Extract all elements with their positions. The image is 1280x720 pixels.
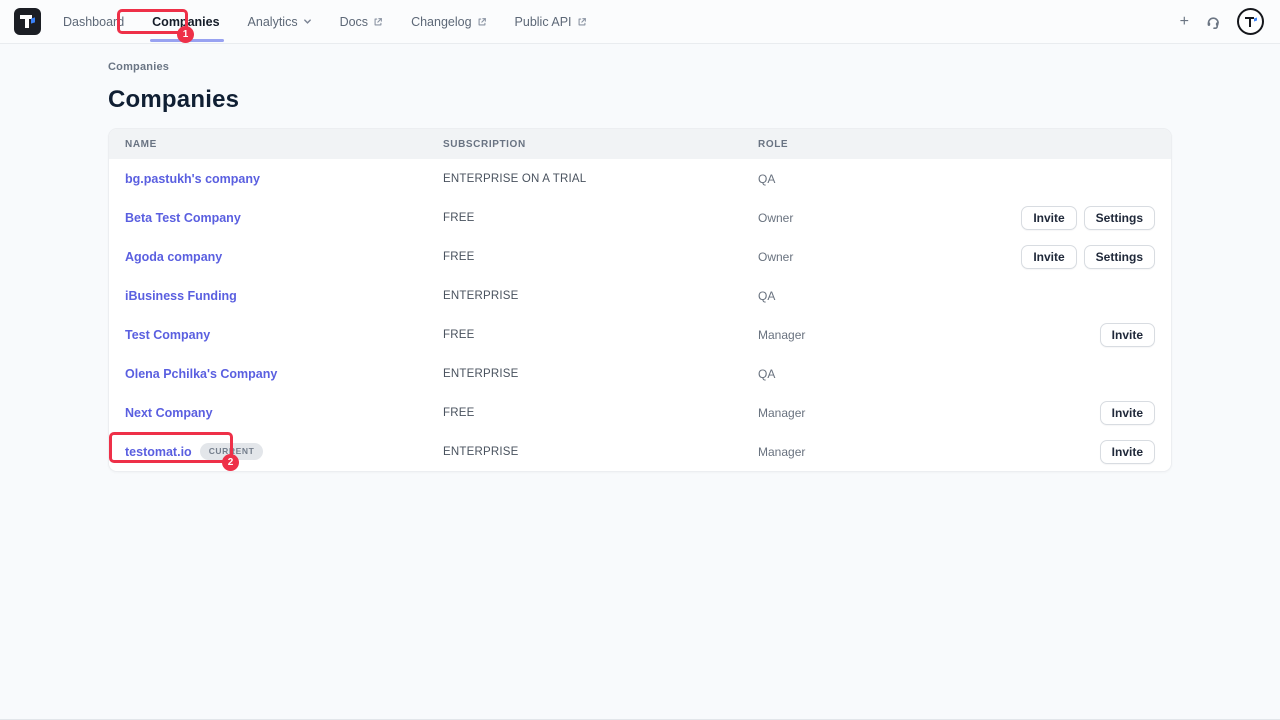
table-row: bg.pastukh's company ENTERPRISE ON A TRIA… [109,159,1171,198]
company-link[interactable]: iBusiness Funding [125,289,237,303]
nav-item-label: Changelog [411,15,471,29]
row-actions: Invite Settings [1021,206,1155,230]
external-link-icon [577,17,587,27]
column-header-role: Role [758,139,1155,150]
nav-item-public-api[interactable]: Public API [515,0,587,43]
company-link[interactable]: Test Company [125,328,210,342]
active-tab-indicator [150,39,223,42]
page-content: Companies Companies NameSubscriptionRole… [0,44,1280,472]
company-name-cell: Test Company [125,328,443,342]
table-body: bg.pastukh's company ENTERPRISE ON A TRIA… [109,159,1171,471]
table-row: Olena Pchilka's Company ENTERPRISEQA [109,354,1171,393]
avatar-logo-accent [1254,18,1257,22]
company-name-cell: Agoda company [125,250,443,264]
settings-button[interactable]: Settings [1084,245,1155,269]
subscription-cell: ENTERPRISE ON A TRIAL [443,173,758,185]
companies-table: NameSubscriptionRole bg.pastukh's compan… [108,128,1172,472]
table-row: Test Company FREEManagerInvite [109,315,1171,354]
company-link[interactable]: Beta Test Company [125,211,241,225]
invite-button[interactable]: Invite [1100,440,1155,464]
company-name-cell: iBusiness Funding [125,289,443,303]
role-cell: Manager [758,445,1100,459]
table-row: Beta Test Company FREEOwnerInvite Settings [109,198,1171,237]
nav-right: + [1180,8,1268,35]
company-name-cell: Beta Test Company [125,211,443,225]
nav-items: Dashboard Companies Analytics Docs Changelog… [63,0,587,43]
nav-item-label: Docs [340,15,368,29]
company-name-cell: bg.pastukh's company [125,172,443,186]
nav-item-label: Dashboard [63,15,124,29]
table-row: testomat.io CURRENT ENTERPRISEManagerInvit… [109,432,1171,471]
avatar-logo-shape [1249,17,1252,27]
role-cell: Manager [758,406,1100,420]
nav-item-companies[interactable]: Companies [152,0,219,43]
nav-item-label: Public API [515,15,572,29]
role-cell: Owner [758,250,1021,264]
company-link[interactable]: Agoda company [125,250,222,264]
company-name-cell: Next Company [125,406,443,420]
table-header-row: NameSubscriptionRole [109,129,1171,159]
role-cell: QA [758,172,1155,186]
invite-button[interactable]: Invite [1021,206,1076,230]
subscription-cell: ENTERPRISE [443,368,758,380]
external-link-icon [477,17,487,27]
table-row: Agoda company FREEOwnerInvite Settings [109,237,1171,276]
page-title: Companies [108,86,1172,114]
table-row: Next Company FREEManagerInvite [109,393,1171,432]
current-company-badge: CURRENT [200,443,264,460]
logo-accent [31,17,35,23]
role-cell: QA [758,367,1155,381]
company-name-cell: testomat.io CURRENT [125,443,443,460]
user-avatar[interactable] [1237,8,1264,35]
nav-item-docs[interactable]: Docs [340,0,383,43]
nav-item-dashboard[interactable]: Dashboard [63,0,124,43]
row-actions: Invite [1100,401,1155,425]
chevron-down-icon [303,17,312,26]
role-cell: Manager [758,328,1100,342]
breadcrumb[interactable]: Companies [108,44,1172,73]
subscription-cell: ENTERPRISE [443,290,758,302]
role-cell: Owner [758,211,1021,225]
support-headset-icon[interactable] [1205,14,1221,30]
company-link[interactable]: Olena Pchilka's Company [125,367,277,381]
testomat-logo[interactable] [14,8,41,35]
table-row: iBusiness Funding ENTERPRISEQA [109,276,1171,315]
subscription-cell: FREE [443,212,758,224]
external-link-icon [373,17,383,27]
row-actions: Invite Settings [1021,245,1155,269]
top-navigation: Dashboard Companies Analytics Docs Changelog… [0,0,1280,44]
logo-shape [25,15,29,28]
row-actions: Invite [1100,440,1155,464]
company-link[interactable]: Next Company [125,406,213,420]
company-link[interactable]: testomat.io [125,445,192,459]
invite-button[interactable]: Invite [1021,245,1076,269]
nav-item-label: Analytics [248,15,298,29]
subscription-cell: FREE [443,251,758,263]
add-button[interactable]: + [1180,14,1189,30]
invite-button[interactable]: Invite [1100,401,1155,425]
invite-button[interactable]: Invite [1100,323,1155,347]
subscription-cell: ENTERPRISE [443,446,758,458]
subscription-cell: FREE [443,407,758,419]
subscription-cell: FREE [443,329,758,341]
role-cell: QA [758,289,1155,303]
company-name-cell: Olena Pchilka's Company [125,367,443,381]
column-header-name: Name [125,139,443,150]
nav-item-analytics[interactable]: Analytics [248,0,312,43]
nav-item-changelog[interactable]: Changelog [411,0,486,43]
column-header-subscription: Subscription [443,139,758,150]
nav-item-label: Companies [152,15,219,29]
company-link[interactable]: bg.pastukh's company [125,172,260,186]
row-actions: Invite [1100,323,1155,347]
settings-button[interactable]: Settings [1084,206,1155,230]
